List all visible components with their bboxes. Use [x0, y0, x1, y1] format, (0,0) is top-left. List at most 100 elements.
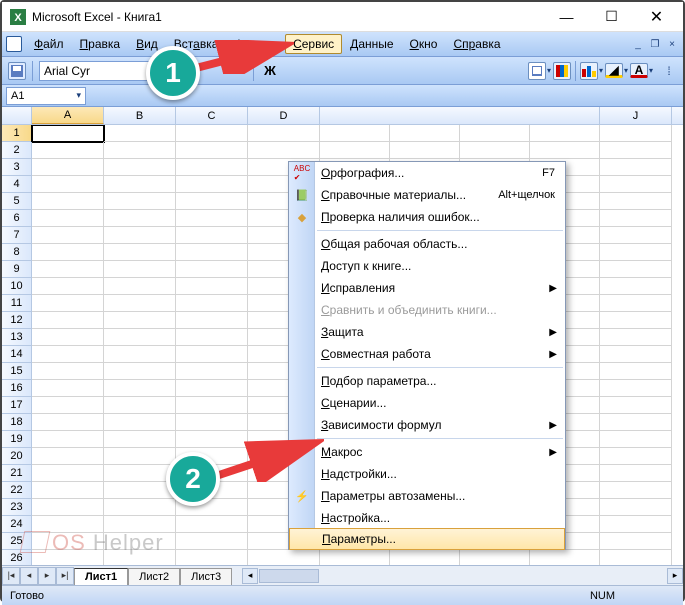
cell[interactable]	[104, 125, 176, 142]
cell[interactable]	[176, 142, 248, 159]
hscroll-left[interactable]: ◂	[242, 568, 258, 584]
cell[interactable]	[104, 193, 176, 210]
cell[interactable]	[600, 329, 672, 346]
cell[interactable]	[176, 414, 248, 431]
col-header-B[interactable]: B	[104, 107, 176, 124]
menu-item-макрос[interactable]: Макрос▶	[289, 441, 565, 463]
sheet-tab-2[interactable]: Лист2	[128, 568, 180, 585]
cell[interactable]	[104, 414, 176, 431]
cell[interactable]	[600, 414, 672, 431]
maximize-button[interactable]: ☐	[589, 3, 634, 31]
cell[interactable]	[104, 227, 176, 244]
cell[interactable]	[104, 210, 176, 227]
currency-dropdown[interactable]: ▾	[580, 62, 603, 80]
fill-color-dropdown[interactable]: ◢▾	[605, 63, 628, 78]
cell[interactable]	[248, 125, 320, 142]
cell[interactable]	[176, 346, 248, 363]
cell[interactable]	[104, 397, 176, 414]
cell[interactable]	[32, 448, 104, 465]
cell[interactable]	[176, 380, 248, 397]
row-header[interactable]: 4	[2, 176, 32, 193]
col-header-C[interactable]: C	[176, 107, 248, 124]
cell[interactable]	[176, 516, 248, 533]
hscroll-thumb[interactable]	[259, 569, 319, 583]
menu-item-общая-рабочая-область-[interactable]: Общая рабочая область...	[289, 233, 565, 255]
cell[interactable]	[600, 431, 672, 448]
row-header[interactable]: 22	[2, 482, 32, 499]
cell[interactable]	[32, 227, 104, 244]
sheet-tab-3[interactable]: Лист3	[180, 568, 232, 585]
cell[interactable]	[104, 295, 176, 312]
cell[interactable]	[530, 142, 600, 159]
row-header[interactable]: 5	[2, 193, 32, 210]
cell[interactable]	[32, 380, 104, 397]
cell[interactable]	[104, 499, 176, 516]
cell[interactable]	[176, 550, 248, 565]
cell[interactable]	[176, 159, 248, 176]
row-header[interactable]: 23	[2, 499, 32, 516]
cell[interactable]	[600, 210, 672, 227]
cell[interactable]	[32, 346, 104, 363]
menu-item-совместная-работа[interactable]: Совместная работа▶	[289, 343, 565, 365]
cell[interactable]	[600, 363, 672, 380]
cell[interactable]	[248, 142, 320, 159]
cell[interactable]	[176, 295, 248, 312]
menu-window[interactable]: Окно	[402, 34, 446, 54]
cell[interactable]	[32, 499, 104, 516]
row-header[interactable]: 15	[2, 363, 32, 380]
cell[interactable]	[530, 550, 600, 565]
row-header[interactable]: 21	[2, 465, 32, 482]
cell[interactable]	[32, 261, 104, 278]
cell[interactable]	[600, 176, 672, 193]
font-color-dropdown[interactable]: A▾	[630, 63, 653, 78]
row-header[interactable]: 14	[2, 346, 32, 363]
row-header[interactable]: 8	[2, 244, 32, 261]
doc-restore-button[interactable]: ❐	[648, 37, 662, 51]
cell[interactable]	[32, 312, 104, 329]
cell[interactable]	[32, 465, 104, 482]
row-header[interactable]: 11	[2, 295, 32, 312]
cell[interactable]	[32, 329, 104, 346]
name-box[interactable]: A1	[6, 87, 86, 105]
doc-minimize-button[interactable]: _	[631, 37, 645, 51]
menu-item-проверка-наличия-ошибок-[interactable]: ◆Проверка наличия ошибок...	[289, 206, 565, 228]
menu-item-параметры-автозамены-[interactable]: ⚡Параметры автозамены...	[289, 485, 565, 507]
menu-item-параметры-[interactable]: Параметры...	[289, 528, 565, 550]
row-header[interactable]: 20	[2, 448, 32, 465]
menu-item-зависимости-формул[interactable]: Зависимости формул▶	[289, 414, 565, 436]
menu-item-надстройки-[interactable]: Надстройки...	[289, 463, 565, 485]
menu-item-орфография-[interactable]: ABC✔Орфография...F7	[289, 162, 565, 184]
select-all-corner[interactable]	[2, 107, 32, 124]
row-header[interactable]: 13	[2, 329, 32, 346]
chart-button[interactable]	[553, 62, 571, 80]
cell[interactable]	[600, 142, 672, 159]
cell[interactable]	[600, 499, 672, 516]
cell[interactable]	[32, 193, 104, 210]
cell[interactable]	[176, 244, 248, 261]
cell[interactable]	[104, 431, 176, 448]
sheet-nav-next[interactable]: ▸	[38, 567, 56, 585]
cell[interactable]	[600, 261, 672, 278]
cell[interactable]	[176, 363, 248, 380]
row-header[interactable]: 1	[2, 125, 32, 142]
cell[interactable]	[32, 431, 104, 448]
cell[interactable]	[104, 380, 176, 397]
cell[interactable]	[32, 482, 104, 499]
row-header[interactable]: 17	[2, 397, 32, 414]
cell[interactable]	[460, 125, 530, 142]
cell[interactable]	[176, 227, 248, 244]
row-header[interactable]: 19	[2, 431, 32, 448]
cell[interactable]	[600, 227, 672, 244]
col-header-A[interactable]: A	[32, 107, 104, 124]
row-header[interactable]: 3	[2, 159, 32, 176]
cell[interactable]	[390, 125, 460, 142]
row-header[interactable]: 7	[2, 227, 32, 244]
cell[interactable]	[600, 550, 672, 565]
col-header-J[interactable]: J	[600, 107, 672, 124]
cell[interactable]	[390, 142, 460, 159]
toolbar-options-icon[interactable]: ⁞	[661, 63, 677, 79]
cell[interactable]	[320, 550, 390, 565]
cell[interactable]	[32, 244, 104, 261]
menu-item-подбор-параметра-[interactable]: Подбор параметра...	[289, 370, 565, 392]
close-button[interactable]: ✕	[634, 3, 679, 31]
